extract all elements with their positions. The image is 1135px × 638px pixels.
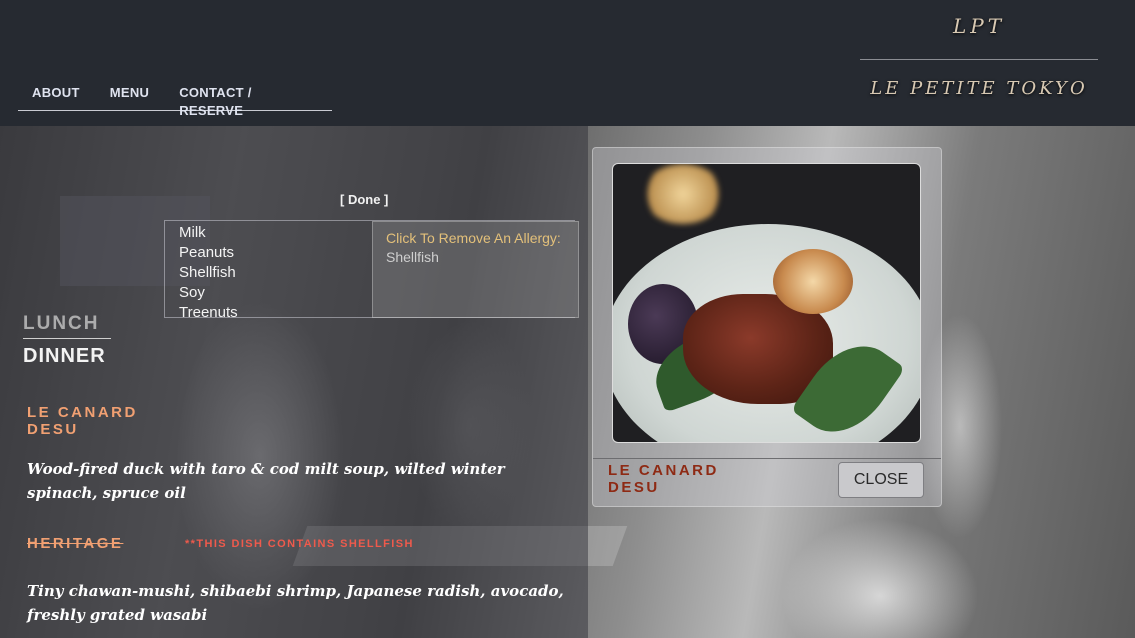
photo-garnish [643,164,723,224]
dish-detail-modal: LE CANARD DESU CLOSE [592,147,942,507]
allergy-warning: **THIS DISH CONTAINS SHELLFISH [185,538,414,550]
selected-allergy-shellfish[interactable]: Shellfish [386,249,439,265]
allergy-option-shellfish[interactable]: Shellfish [179,263,238,283]
dish-photo [612,163,921,443]
menu-panel-overlay [0,126,588,638]
main-nav: ABOUT MENU CONTACT / RESERVE [18,84,332,118]
allergy-options: Milk Peanuts Shellfish Soy Treenuts [179,223,238,323]
allergy-option-peanuts[interactable]: Peanuts [179,243,238,263]
allergy-done-button[interactable]: [ Done ] [340,192,388,207]
dish-name-heritage[interactable]: HERITAGE [27,535,177,552]
kitchen-background-image [0,126,1135,638]
site-header: ABOUT MENU CONTACT / RESERVE LPT LE PETI… [0,0,1135,126]
allergy-option-treenuts[interactable]: Treenuts [179,303,238,323]
close-button[interactable]: CLOSE [838,462,924,498]
dish-name-le-canard-desu[interactable]: LE CANARD DESU [27,404,177,438]
photo-crisp [773,249,853,314]
meal-tab-dinner[interactable]: DINNER [23,345,106,368]
nav-contact-reserve[interactable]: CONTACT / RESERVE [179,84,316,118]
selected-allergies-panel: Click To Remove An Allergy: Shellfish [372,221,579,318]
dish-description: Tiny chawan-mushi, shibaebi shrimp, Japa… [27,582,564,624]
brand-name: LE PETITE TOKYO [870,78,1088,99]
remove-allergy-title: Click To Remove An Allergy: [386,230,561,246]
allergy-option-milk[interactable]: Milk [179,223,238,243]
meal-tab-lunch[interactable]: LUNCH [23,313,100,335]
meal-tab-divider [23,338,111,339]
nav-about[interactable]: ABOUT [32,84,80,110]
allergy-option-soy[interactable]: Soy [179,283,238,303]
dish-description: Wood-fired duck with taro & cod milt sou… [27,460,505,502]
modal-divider [593,458,941,459]
brand-logo-short: LPT [952,14,1006,38]
modal-dish-title: LE CANARD DESU [608,462,719,496]
brand-divider [860,59,1098,60]
nav-menu[interactable]: MENU [110,84,149,110]
